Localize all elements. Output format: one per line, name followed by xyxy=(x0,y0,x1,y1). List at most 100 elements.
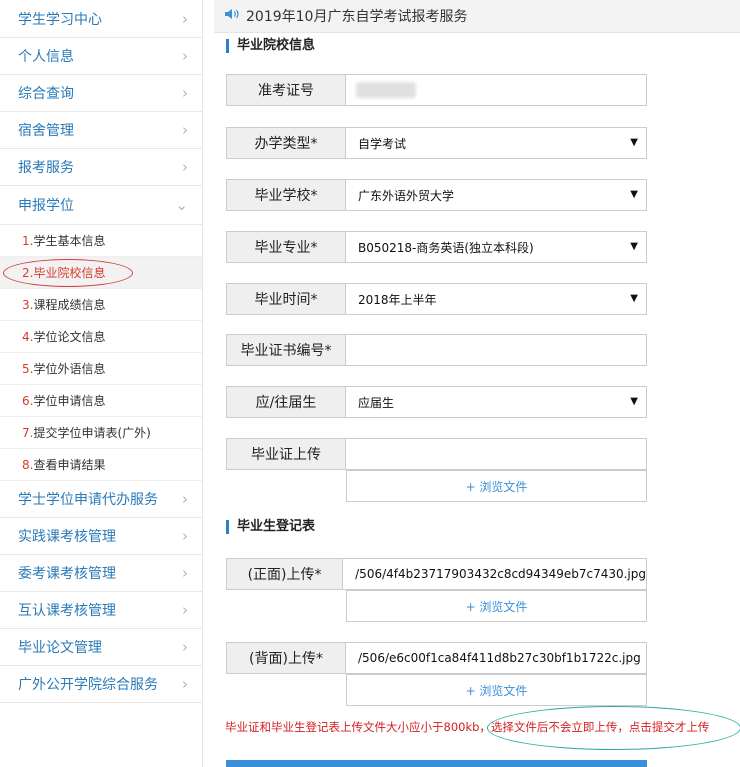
field-label: 毕业证上传 xyxy=(226,438,346,470)
form-row-cert-no: 毕业证书编号* xyxy=(226,334,647,366)
sidebar-subitem-submit-degree-form[interactable]: 7. 提交学位申请表(广外) xyxy=(0,417,202,449)
form-row-grad-time: 毕业时间* 2018年上半年 ▼ xyxy=(226,283,647,315)
sidebar-item-personal-info[interactable]: 个人信息 › xyxy=(0,38,202,75)
sidebar-item-degree-application[interactable]: 申报学位 ⌄ xyxy=(0,186,202,225)
highlight-ellipse-annotation xyxy=(487,706,740,750)
cert-number-input[interactable] xyxy=(346,334,647,366)
sidebar-item-query[interactable]: 综合查询 › xyxy=(0,75,202,112)
speaker-icon xyxy=(224,7,240,25)
sub-item-label: 学生基本信息 xyxy=(33,234,106,248)
grad-status-select[interactable]: 应届生 ▼ xyxy=(346,386,647,418)
field-label: (正面)上传* xyxy=(226,558,344,590)
highlight-circle-annotation xyxy=(3,259,133,287)
sidebar-subitem-foreign-language-info[interactable]: 5. 学位外语信息 xyxy=(0,353,202,385)
school-type-select[interactable]: 自学考试 ▼ xyxy=(346,127,647,159)
sidebar-subitem-course-grades[interactable]: 3. 课程成绩信息 xyxy=(0,289,202,321)
dropdown-caret-icon: ▼ xyxy=(630,396,638,407)
back-upload-path: /506/e6c00f1ca84f411d8b27c30bf1b1722c.jp… xyxy=(346,642,647,674)
sidebar-item-label: 毕业论文管理 xyxy=(18,640,102,656)
sub-item-number: 1. xyxy=(22,233,34,248)
submit-button[interactable] xyxy=(226,760,647,767)
sub-item-label: 学位外语信息 xyxy=(33,362,106,376)
chevron-right-icon: › xyxy=(182,47,188,65)
sub-item-number: 5. xyxy=(22,361,34,376)
sidebar-item-degree-agent-service[interactable]: 学士学位申请代办服务 › xyxy=(0,481,202,518)
sidebar-item-open-college-service[interactable]: 广外公开学院综合服务 › xyxy=(0,666,202,703)
notice-text: 2019年10月广东自学考试报考服务 xyxy=(246,9,468,25)
sidebar-item-thesis-management[interactable]: 毕业论文管理 › xyxy=(0,629,202,666)
sidebar-item-label: 宿舍管理 xyxy=(18,123,74,139)
dropdown-caret-icon: ▼ xyxy=(630,137,638,148)
sidebar-item-label: 报考服务 xyxy=(18,160,74,176)
school-select[interactable]: 广东外语外贸大学 ▼ xyxy=(346,179,647,211)
sidebar-item-label: 广外公开学院综合服务 xyxy=(18,677,158,693)
select-value: B050218-商务英语(独立本科段) xyxy=(358,240,534,255)
sidebar-item-label: 委考课考核管理 xyxy=(18,566,116,582)
sub-item-number: 7. xyxy=(22,425,34,440)
field-label: 毕业时间* xyxy=(226,283,346,315)
chevron-right-icon: › xyxy=(182,638,188,656)
field-label: 办学类型* xyxy=(226,127,346,159)
field-label: 毕业学校* xyxy=(226,179,346,211)
sub-item-label: 学位论文信息 xyxy=(33,330,106,344)
field-label: 毕业证书编号* xyxy=(226,334,346,366)
sidebar-item-label: 实践课考核管理 xyxy=(18,529,116,545)
sub-item-label: 课程成绩信息 xyxy=(33,298,106,312)
form-row-front-upload: (正面)上传* /506/4f4b23717903432c8cd94349eb7… xyxy=(226,558,647,590)
sidebar-subitem-graduate-school-info[interactable]: 2. 毕业院校信息 xyxy=(0,257,202,289)
dropdown-caret-icon: ▼ xyxy=(630,241,638,252)
main-content: 2019年10月广东自学考试报考服务 毕业院校信息 准考证号 办学类型* 自学考… xyxy=(214,0,740,767)
front-upload-path: /506/4f4b23717903432c8cd94349eb7c7430.jp… xyxy=(343,558,647,590)
sidebar: 学生学习中心 › 个人信息 › 综合查询 › 宿舍管理 › 报考服务 › 申报学… xyxy=(0,0,203,767)
sub-item-label: 提交学位申请表(广外) xyxy=(33,426,151,440)
chevron-right-icon: › xyxy=(182,490,188,508)
sidebar-item-label: 综合查询 xyxy=(18,86,74,102)
sidebar-subitem-thesis-info[interactable]: 4. 学位论文信息 xyxy=(0,321,202,353)
form-row-major: 毕业专业* B050218-商务英语(独立本科段) ▼ xyxy=(226,231,647,263)
grad-time-select[interactable]: 2018年上半年 ▼ xyxy=(346,283,647,315)
chevron-right-icon: › xyxy=(182,601,188,619)
sub-item-label: 学位申请信息 xyxy=(33,394,106,408)
field-label: 毕业专业* xyxy=(226,231,346,263)
form-row-back-upload: (背面)上传* /506/e6c00f1ca84f411d8b27c30bf1b… xyxy=(226,642,647,674)
browse-file-button[interactable]: + 浏览文件 xyxy=(346,674,647,706)
sidebar-subitem-view-result[interactable]: 8. 查看申请结果 xyxy=(0,449,202,481)
form-row-grad-status: 应/往届生 应届生 ▼ xyxy=(226,386,647,418)
sub-item-label: 查看申请结果 xyxy=(33,458,106,472)
sidebar-item-mutual-recognition-course[interactable]: 互认课考核管理 › xyxy=(0,592,202,629)
file-path: /506/4f4b23717903432c8cd94349eb7c7430.jp… xyxy=(355,567,646,581)
chevron-right-icon: › xyxy=(182,564,188,582)
chevron-right-icon: › xyxy=(182,9,188,28)
form-row-cert-upload: 毕业证上传 xyxy=(226,438,647,470)
form-row-exam-id: 准考证号 xyxy=(226,74,647,106)
sidebar-item-label: 互认课考核管理 xyxy=(18,603,116,619)
sidebar-item-practice-course[interactable]: 实践课考核管理 › xyxy=(0,518,202,555)
sidebar-subitem-degree-application-info[interactable]: 6. 学位申请信息 xyxy=(0,385,202,417)
field-label: 应/往届生 xyxy=(226,386,346,418)
chevron-right-icon: › xyxy=(182,121,188,139)
select-value: 自学考试 xyxy=(358,136,407,151)
sidebar-subitem-student-basic-info[interactable]: 1. 学生基本信息 xyxy=(0,225,202,257)
chevron-right-icon: › xyxy=(182,675,188,693)
select-value: 2018年上半年 xyxy=(358,292,437,307)
browse-file-button[interactable]: + 浏览文件 xyxy=(346,470,647,502)
sidebar-item-label: 学生学习中心 xyxy=(18,11,102,28)
dropdown-caret-icon: ▼ xyxy=(630,293,638,304)
exam-id-field[interactable] xyxy=(346,74,647,106)
sidebar-item-label: 申报学位 xyxy=(18,198,74,214)
chevron-right-icon: › xyxy=(182,84,188,102)
chevron-down-icon: ⌄ xyxy=(175,196,188,214)
browse-file-button[interactable]: + 浏览文件 xyxy=(346,590,647,622)
field-label: 准考证号 xyxy=(226,74,346,106)
sub-item-number: 3. xyxy=(22,297,34,312)
major-select[interactable]: B050218-商务英语(独立本科段) ▼ xyxy=(346,231,647,263)
select-value: 广东外语外贸大学 xyxy=(358,188,455,203)
sub-item-number: 8. xyxy=(22,457,34,472)
sidebar-item-study-center[interactable]: 学生学习中心 › xyxy=(0,0,202,38)
sidebar-item-commissioned-course[interactable]: 委考课考核管理 › xyxy=(0,555,202,592)
sidebar-item-exam-registration[interactable]: 报考服务 › xyxy=(0,149,202,186)
cert-upload-path xyxy=(346,438,647,470)
form-row-school-type: 办学类型* 自学考试 ▼ xyxy=(226,127,647,159)
sidebar-item-dorm[interactable]: 宿舍管理 › xyxy=(0,112,202,149)
form-row-school: 毕业学校* 广东外语外贸大学 ▼ xyxy=(226,179,647,211)
